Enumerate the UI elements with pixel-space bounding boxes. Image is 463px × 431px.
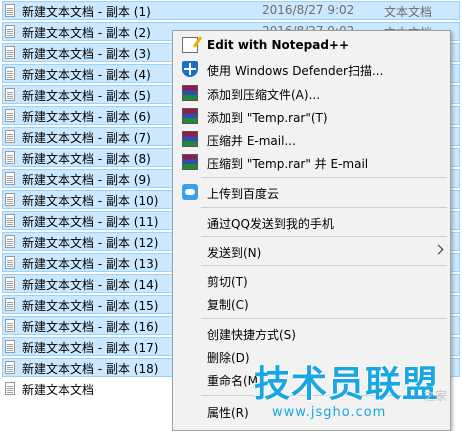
menu-item-label: 发送到(N) [207,246,262,260]
file-name: 新建文本文档 - 副本 (6) [22,110,151,124]
text-file-icon [5,4,15,17]
winrar-icon [182,85,198,101]
file-name: 新建文本文档 - 副本 (7) [22,131,151,145]
menu-item-label: 添加到压缩文件(A)... [207,88,321,102]
menu-separator [201,318,447,319]
file-row[interactable]: 新建文本文档 - 副本 (1) 2016/8/27 9:02 文本文档 [0,0,463,20]
text-file-icon [5,235,15,248]
menu-item-label: 剪切(T) [207,275,248,289]
file-name: 新建文本文档 - 副本 (16) [22,320,159,334]
menu-item-label: 上传到百度云 [207,187,280,201]
winrar-icon [182,131,198,147]
file-name: 新建文本文档 - 副本 (5) [22,89,151,103]
menu-item-create-shortcut[interactable]: 创建快捷方式(S) [173,322,450,344]
file-name: 新建文本文档 - 副本 (11) [22,215,159,229]
file-name: 新建文本文档 - 副本 (4) [22,68,151,82]
menu-item-add-temp-rar[interactable]: 添加到 "Temp.rar"(T) [173,105,450,127]
menu-item-compress-temp-email[interactable]: 压缩到 "Temp.rar" 并 E-mail [173,151,450,173]
text-file-icon [5,298,15,311]
text-file-icon [5,109,15,122]
context-menu: Edit with Notepad++ 使用 Windows Defender扫… [172,30,451,431]
text-file-icon [5,130,15,143]
text-file-icon [5,214,15,227]
menu-item-send-to[interactable]: 发送到(N) [173,240,450,262]
text-file-icon [5,361,15,374]
menu-item-compress-email[interactable]: 压缩并 E-mail... [173,128,450,150]
menu-item-label: 重命名(M) [207,374,263,388]
text-file-icon [5,172,15,185]
text-file-icon [5,151,15,164]
windows-defender-icon [182,61,198,77]
menu-item-label: 使用 Windows Defender扫描... [207,64,384,78]
menu-item-edit-notepad[interactable]: Edit with Notepad++ [173,34,450,56]
menu-item-send-qq[interactable]: 通过QQ发送到我的手机 [173,211,450,233]
file-name: 新建文本文档 - 副本 (8) [22,152,151,166]
menu-item-label: Edit with Notepad++ [207,38,350,52]
menu-separator [201,177,447,178]
winrar-icon [182,154,198,170]
menu-item-label: 添加到 "Temp.rar"(T) [207,111,328,125]
text-file-icon [5,193,15,206]
text-file-icon [5,382,15,395]
file-name: 新建文本文档 - 副本 (10) [22,194,159,208]
menu-item-label: 删除(D) [207,351,250,365]
chevron-right-icon [433,244,444,255]
file-name: 新建文本文档 - 副本 (12) [22,236,159,250]
file-name: 新建文本文档 - 副本 (9) [22,173,151,187]
file-name: 新建文本文档 - 副本 (1) [22,5,151,19]
file-name: 新建文本文档 - 副本 (13) [22,257,159,271]
menu-item-label: 创建快捷方式(S) [207,328,296,342]
file-type: 文本文档 [384,5,433,19]
menu-item-label: 属性(R) [207,406,249,420]
menu-item-upload-baidu[interactable]: 上传到百度云 [173,181,450,203]
menu-separator [201,265,447,266]
file-name: 新建文本文档 - 副本 (17) [22,341,159,355]
menu-item-delete[interactable]: 删除(D) [173,345,450,367]
text-file-icon [5,25,15,38]
text-file-icon [5,319,15,332]
file-date: 2016/8/27 9:02 [262,3,355,17]
file-name: 新建文本文档 - 副本 (2) [22,26,151,40]
menu-item-label: 压缩到 "Temp.rar" 并 E-mail [207,157,369,171]
menu-item-rename[interactable]: 重命名(M) [173,368,450,390]
text-file-icon [5,88,15,101]
text-file-icon [5,67,15,80]
menu-separator [201,395,447,396]
text-file-icon [5,256,15,269]
menu-item-label: 复制(C) [207,298,249,312]
menu-item-cut[interactable]: 剪切(T) [173,269,450,291]
winrar-icon [182,108,198,124]
text-file-icon [5,46,15,59]
file-name: 新建文本文档 - 副本 (3) [22,47,151,61]
menu-item-add-archive[interactable]: 添加到压缩文件(A)... [173,82,450,104]
menu-separator [201,236,447,237]
menu-separator [201,207,447,208]
menu-item-copy[interactable]: 复制(C) [173,292,450,314]
baidu-cloud-icon [182,184,198,200]
menu-item-label: 通过QQ发送到我的手机 [207,217,334,231]
menu-item-properties[interactable]: 属性(R) [173,400,450,422]
file-name: 新建文本文档 [22,383,95,397]
file-name: 新建文本文档 - 副本 (15) [22,299,159,313]
file-name: 新建文本文档 - 副本 (14) [22,278,159,292]
menu-item-defender[interactable]: 使用 Windows Defender扫描... [173,58,450,80]
notepad-plus-icon [182,37,198,53]
text-file-icon [5,340,15,353]
text-file-icon [5,277,15,290]
menu-item-label: 压缩并 E-mail... [207,134,296,148]
file-name: 新建文本文档 - 副本 (18) [22,362,159,376]
